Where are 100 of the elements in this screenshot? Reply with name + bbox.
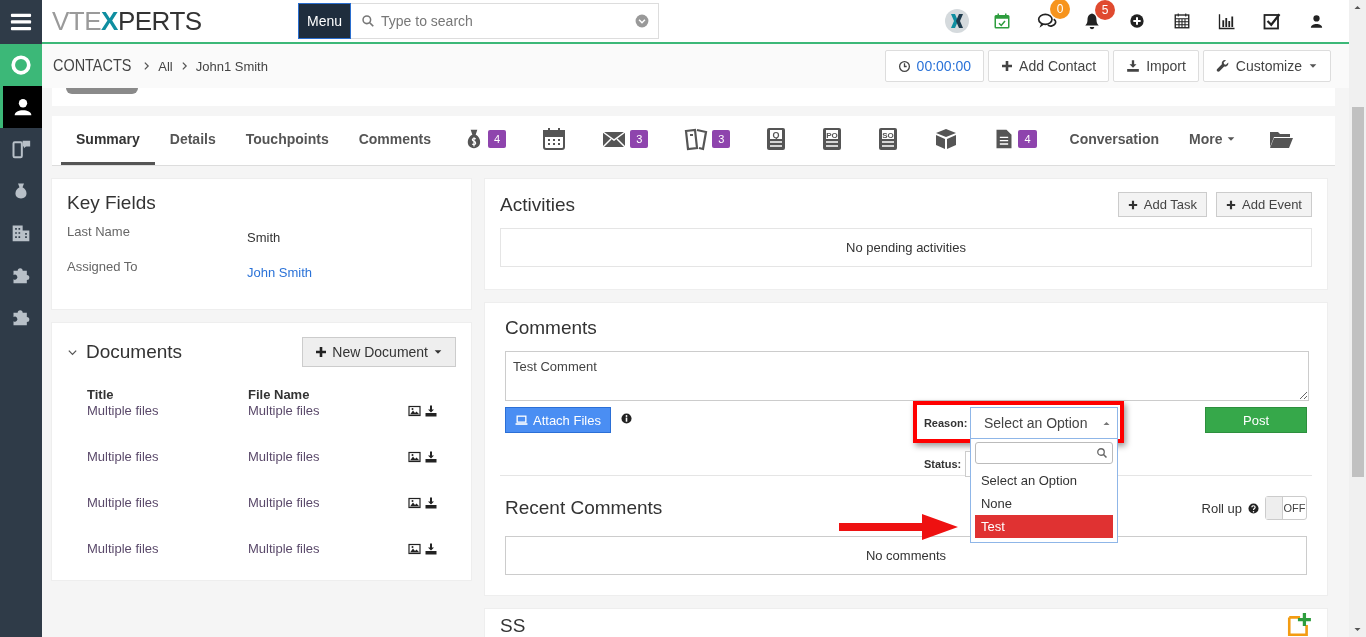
download-icon[interactable] bbox=[425, 451, 437, 463]
download-icon[interactable] bbox=[425, 497, 437, 509]
download-icon bbox=[1126, 59, 1141, 73]
card-title: Documents bbox=[86, 341, 183, 363]
search-field[interactable]: Type to search bbox=[351, 3, 660, 39]
roll-up-label: Roll up bbox=[1201, 500, 1242, 516]
comment-field[interactable]: Test Comment bbox=[505, 351, 1309, 401]
image-icon[interactable] bbox=[408, 497, 421, 509]
plus-circle-icon[interactable] bbox=[1128, 13, 1145, 29]
table-cell-text: Multiple files bbox=[248, 449, 321, 466]
count-badge: 4 bbox=[488, 130, 507, 148]
document-icon bbox=[994, 127, 1015, 151]
download-icon[interactable] bbox=[425, 405, 437, 417]
scroll-down-icon[interactable] bbox=[1353, 625, 1362, 634]
download-icon[interactable] bbox=[425, 543, 437, 555]
calendar-check-icon[interactable] bbox=[992, 12, 1011, 30]
table-cell-text: Multiple files bbox=[87, 495, 160, 512]
field-label: Assigned To bbox=[67, 259, 139, 276]
tab[interactable]: Comments bbox=[343, 116, 447, 165]
toggle-switch[interactable]: OFF bbox=[1265, 496, 1307, 520]
card-title: Key Fields bbox=[67, 192, 157, 214]
dropdown-option[interactable]: None bbox=[974, 492, 1113, 515]
breadcrumb-link[interactable]: CONTACTS bbox=[53, 56, 132, 76]
x-logo-icon[interactable] bbox=[944, 9, 969, 33]
tab[interactable]: 4 bbox=[446, 116, 525, 165]
scroll-up-icon[interactable] bbox=[1353, 3, 1362, 12]
empty-message: No comments bbox=[505, 536, 1307, 575]
field-link[interactable]: John Smith bbox=[247, 265, 456, 280]
logo[interactable]: VTEXPERTS bbox=[52, 5, 298, 37]
reason-label: Reason: bbox=[923, 417, 969, 429]
tickets-icon bbox=[684, 127, 709, 151]
breadcrumb-link[interactable]: John1 Smith bbox=[195, 58, 268, 74]
field-value: Smith bbox=[247, 230, 282, 245]
info-icon[interactable] bbox=[620, 413, 632, 424]
count-badge: 4 bbox=[1018, 130, 1037, 148]
card-title: Comments bbox=[505, 317, 598, 339]
menu-icon bbox=[10, 11, 32, 33]
tab[interactable]: Conversation bbox=[1054, 116, 1174, 165]
add-button[interactable]: Add Task bbox=[1117, 192, 1207, 217]
ring-icon bbox=[10, 54, 32, 76]
image-icon[interactable] bbox=[408, 405, 421, 417]
notification-badge: 5 bbox=[1095, 0, 1115, 20]
tab[interactable]: PO bbox=[804, 116, 861, 165]
chevron-down-icon[interactable] bbox=[635, 14, 650, 28]
calendar-icon bbox=[542, 127, 567, 151]
scrollbar-thumb[interactable] bbox=[1351, 107, 1364, 477]
user-icon[interactable] bbox=[1309, 13, 1324, 29]
add-icon[interactable] bbox=[1286, 612, 1312, 637]
puzzle-icon bbox=[11, 307, 31, 327]
dropdown-search-field[interactable] bbox=[974, 442, 1113, 464]
table-cell-text: Multiple files bbox=[248, 495, 321, 512]
card-title: SS bbox=[500, 615, 526, 637]
search-icon bbox=[1095, 447, 1108, 459]
table-cell-text: Multiple files bbox=[87, 403, 160, 420]
chevron-right-icon bbox=[142, 61, 152, 71]
count-badge: 3 bbox=[630, 130, 649, 148]
search-icon bbox=[361, 14, 376, 28]
tab[interactable]: 3 bbox=[666, 116, 749, 165]
table-cell-text: Multiple files bbox=[87, 449, 160, 466]
add-button[interactable]: Add Event bbox=[1216, 192, 1312, 217]
help-icon[interactable] bbox=[1248, 502, 1259, 514]
dropdown-option[interactable]: Test bbox=[974, 515, 1113, 538]
customize-button[interactable]: Customize bbox=[1202, 50, 1331, 82]
sidebar-item[interactable] bbox=[0, 86, 42, 128]
dropdown-option[interactable]: Select an Option bbox=[974, 469, 1113, 492]
new-document-button[interactable]: New Document bbox=[302, 337, 456, 367]
timer-button[interactable]: 00:00:00 bbox=[884, 50, 985, 82]
table-cell-text: Multiple files bbox=[87, 541, 160, 558]
document-icon: PO bbox=[822, 127, 843, 151]
empty-message: No pending activities bbox=[500, 228, 1312, 267]
tab[interactable]: Details bbox=[154, 116, 231, 165]
tab[interactable]: SO bbox=[860, 116, 917, 165]
phone-icon bbox=[11, 139, 31, 159]
calendar-icon[interactable] bbox=[1172, 12, 1191, 30]
tab[interactable]: Summary bbox=[61, 116, 155, 165]
box-icon bbox=[934, 127, 959, 151]
notification-badge: 0 bbox=[1050, 0, 1070, 19]
image-icon[interactable] bbox=[408, 543, 421, 555]
bar-chart-icon[interactable] bbox=[1217, 12, 1236, 30]
table-cell-text: Multiple files bbox=[248, 541, 321, 558]
reason-select[interactable]: Select an Option bbox=[969, 407, 1118, 439]
table-cell-text: Multiple files bbox=[248, 403, 321, 420]
menu-button[interactable]: Menu bbox=[298, 3, 352, 39]
plus-icon bbox=[315, 346, 328, 358]
tab[interactable]: 4 bbox=[976, 116, 1055, 165]
puzzle-icon bbox=[11, 265, 31, 285]
field-label: Last Name bbox=[67, 224, 131, 241]
add-button[interactable]: Add Contact bbox=[988, 50, 1110, 82]
import-button[interactable]: Import bbox=[1113, 50, 1199, 82]
tab[interactable]: Touchpoints bbox=[230, 116, 344, 165]
clock-icon bbox=[897, 59, 911, 73]
checkbox-icon[interactable] bbox=[1262, 12, 1281, 30]
bell-icon[interactable] bbox=[1082, 12, 1101, 30]
breadcrumb-link[interactable]: All bbox=[158, 58, 173, 74]
plus-icon bbox=[1226, 199, 1236, 210]
wrench-icon bbox=[1215, 59, 1230, 73]
image-icon[interactable] bbox=[408, 451, 421, 463]
tab[interactable]: 3 bbox=[584, 116, 667, 165]
laptop-icon bbox=[515, 413, 528, 427]
tab[interactable]: More bbox=[1174, 116, 1252, 165]
